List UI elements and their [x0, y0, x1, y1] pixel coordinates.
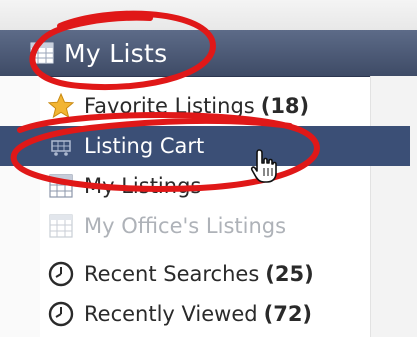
menu-item-label: Listing Cart [84, 134, 205, 158]
list-grid-icon [30, 42, 54, 64]
my-lists-menu: Favorite Listings (18) Listing Cart My L… [0, 86, 410, 334]
menu-item-count: (18) [260, 94, 310, 118]
menu-item-favorite-listings[interactable]: Favorite Listings (18) [40, 86, 370, 126]
background-panel-left [0, 76, 40, 337]
menu-item-count: (25) [265, 262, 314, 286]
top-toolbar-band [0, 0, 417, 30]
menu-item-recently-viewed[interactable]: Recently Viewed (72) [40, 294, 370, 334]
menu-item-count: (72) [263, 302, 313, 326]
menu-item-listing-cart[interactable]: Listing Cart [0, 126, 410, 166]
star-icon [48, 93, 74, 119]
clock-icon [48, 301, 74, 327]
table-icon [49, 174, 73, 198]
menu-item-label: Recent Searches [84, 262, 260, 286]
cart-icon [51, 140, 71, 156]
background-panel-right [370, 76, 417, 337]
menu-item-recent-searches[interactable]: Recent Searches (25) [40, 254, 370, 294]
my-lists-header[interactable]: My Lists [0, 30, 417, 77]
menu-item-my-listings[interactable]: My Listings [40, 166, 370, 206]
hand-pointer-icon [250, 149, 277, 183]
menu-item-label: Recently Viewed [84, 302, 258, 326]
menu-item-label: Favorite Listings [84, 94, 255, 118]
clock-icon [48, 261, 74, 287]
menu-item-label: My Listings [84, 174, 202, 198]
table-icon [49, 214, 73, 238]
menu-item-label: My Office's Listings [84, 214, 287, 238]
my-lists-panel: My Lists Favorite Listings (18) Listing … [0, 0, 417, 337]
my-lists-title: My Lists [64, 38, 168, 68]
menu-item-my-offices-listings[interactable]: My Office's Listings [40, 206, 370, 246]
